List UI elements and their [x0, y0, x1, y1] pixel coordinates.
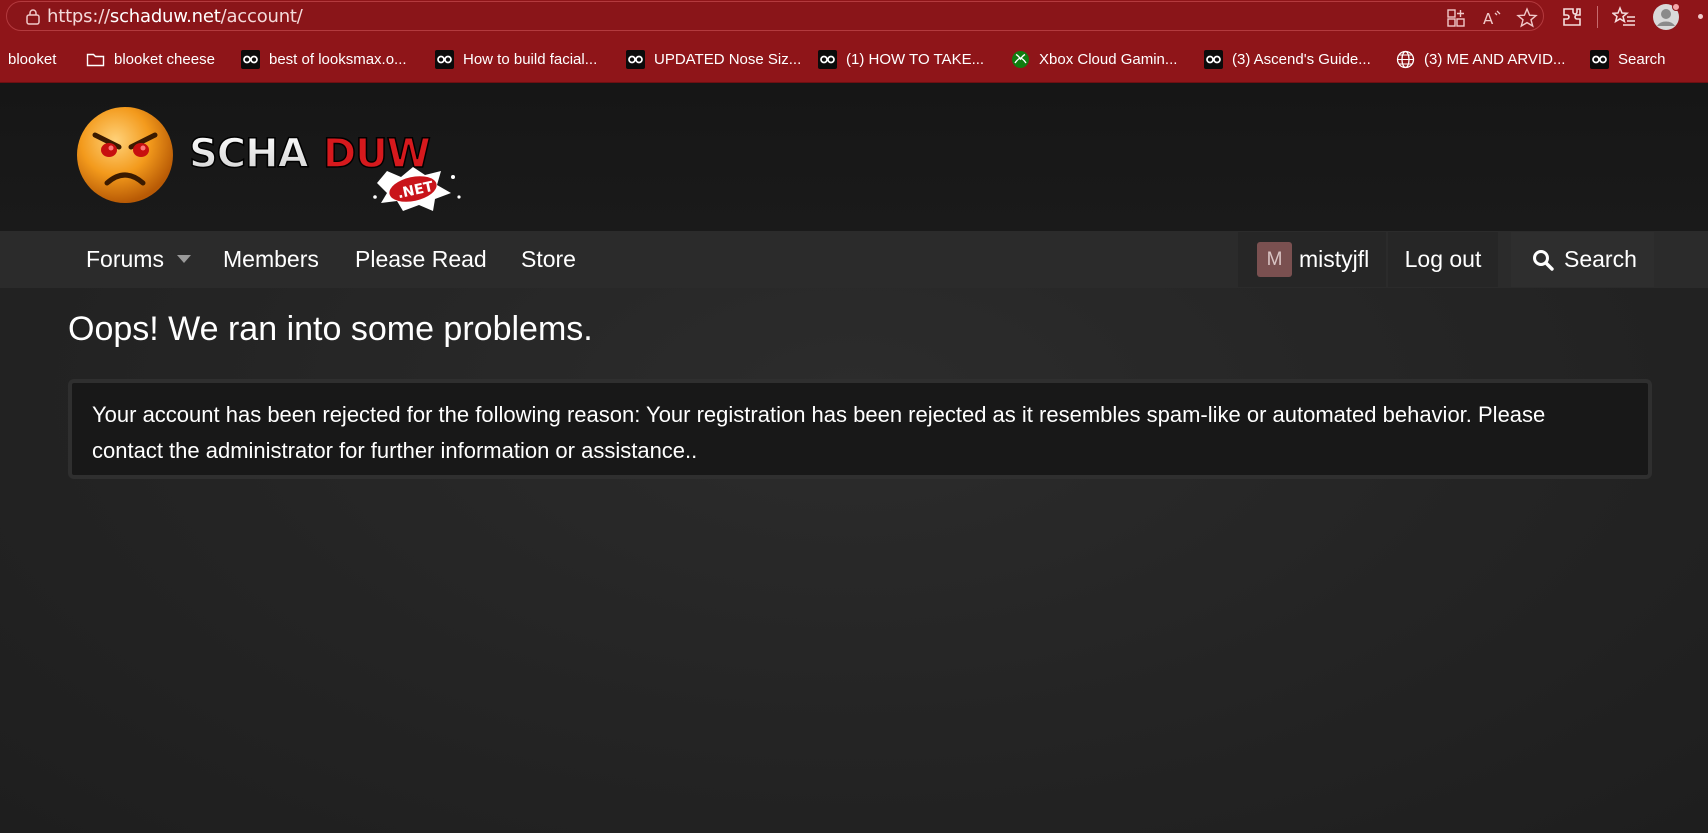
- bookmark-looksmax-2[interactable]: How to build facial...: [435, 36, 597, 82]
- profile-avatar-icon[interactable]: [1652, 3, 1680, 31]
- nav-please-read[interactable]: Please Read: [355, 231, 487, 288]
- folder-icon: [86, 53, 105, 66]
- browser-toolbar: https://schaduw.net/account/ A: [0, 0, 1708, 36]
- nav-forums[interactable]: Forums: [86, 231, 164, 288]
- page-body: [0, 288, 1708, 833]
- address-url[interactable]: https://schaduw.net/account/: [47, 6, 303, 27]
- bookmark-blooket[interactable]: blooket: [8, 36, 56, 82]
- username: mistyjfl: [1299, 246, 1370, 272]
- toolbar-separator: [1597, 6, 1598, 28]
- lock-icon[interactable]: [24, 8, 42, 26]
- bookmark-label: (1) HOW TO TAKE...: [846, 50, 985, 68]
- bookmark-label: Xbox Cloud Gamin...: [1039, 50, 1178, 68]
- looksmax-icon: [626, 49, 645, 69]
- bookmark-looksmax-3[interactable]: UPDATED Nose Siz...: [626, 36, 801, 82]
- svg-text:A: A: [1483, 10, 1494, 28]
- bookmark-label: (3) Ascend's Guide...: [1232, 50, 1371, 68]
- favorites-list-icon[interactable]: [1612, 5, 1636, 29]
- xbox-icon: [1012, 50, 1029, 68]
- logout-button[interactable]: Log out: [1388, 232, 1498, 287]
- bookmark-label: best of looksmax.o...: [269, 50, 407, 68]
- bookmark-looksmax-1[interactable]: best of looksmax.o...: [241, 36, 407, 82]
- nav-members[interactable]: Members: [223, 231, 319, 288]
- bookmark-label: How to build facial...: [463, 50, 598, 68]
- page-title: Oops! We ran into some problems.: [68, 310, 593, 348]
- looksmax-icon: [241, 49, 260, 69]
- bookmark-label: (3) ME AND ARVID...: [1424, 50, 1566, 68]
- app-available-icon[interactable]: [1445, 7, 1467, 29]
- site-header: SCHA DUW .NET: [0, 83, 1708, 231]
- logo-text-white: SCHA: [189, 131, 309, 177]
- more-menu-icon[interactable]: [1698, 14, 1703, 19]
- search-button[interactable]: Search: [1511, 232, 1654, 287]
- bookmark-label: blooket cheese: [114, 50, 215, 68]
- globe-icon: [1396, 50, 1415, 68]
- search-label: Search: [1564, 246, 1637, 272]
- read-aloud-icon[interactable]: A: [1481, 7, 1503, 29]
- bookmark-label: blooket: [8, 50, 57, 68]
- bookmark-looksmax-5[interactable]: (3) Ascend's Guide...: [1204, 36, 1371, 82]
- bookmark-search[interactable]: Search: [1590, 36, 1666, 82]
- avatar: M: [1257, 242, 1292, 277]
- search-icon: [1533, 249, 1554, 271]
- looksmax-icon: [435, 49, 454, 69]
- url-scheme: https://: [47, 6, 110, 27]
- looksmax-icon: [818, 49, 837, 69]
- bookmarks-bar: blooket blooket cheese best of looksmax.…: [0, 36, 1708, 83]
- bookmark-label: Search: [1618, 50, 1666, 68]
- address-bar[interactable]: https://schaduw.net/account/ A: [6, 1, 1544, 31]
- favorite-star-icon[interactable]: [1516, 7, 1538, 29]
- bookmark-folder-blooket-cheese[interactable]: blooket cheese: [86, 36, 215, 82]
- bookmark-me-and-arvid[interactable]: (3) ME AND ARVID...: [1396, 36, 1565, 82]
- looksmax-icon: [1590, 49, 1609, 69]
- url-host: schaduw.net: [109, 6, 221, 27]
- bookmark-xbox-cloud[interactable]: Xbox Cloud Gamin...: [1011, 36, 1177, 82]
- error-message: Your account has been rejected for the f…: [92, 402, 1546, 463]
- url-path: /account/: [220, 6, 303, 27]
- bookmark-label: UPDATED Nose Siz...: [654, 50, 802, 68]
- bookmark-looksmax-4[interactable]: (1) HOW TO TAKE...: [818, 36, 984, 82]
- forums-dropdown-caret-icon[interactable]: [177, 255, 191, 263]
- extensions-icon[interactable]: [1560, 5, 1584, 29]
- looksmax-icon: [1204, 49, 1223, 69]
- nav-store[interactable]: Store: [521, 231, 576, 288]
- error-message-block: Your account has been rejected for the f…: [68, 379, 1652, 479]
- account-menu[interactable]: M mistyjfl: [1238, 232, 1386, 287]
- site-logo[interactable]: SCHA DUW .NET: [75, 105, 505, 215]
